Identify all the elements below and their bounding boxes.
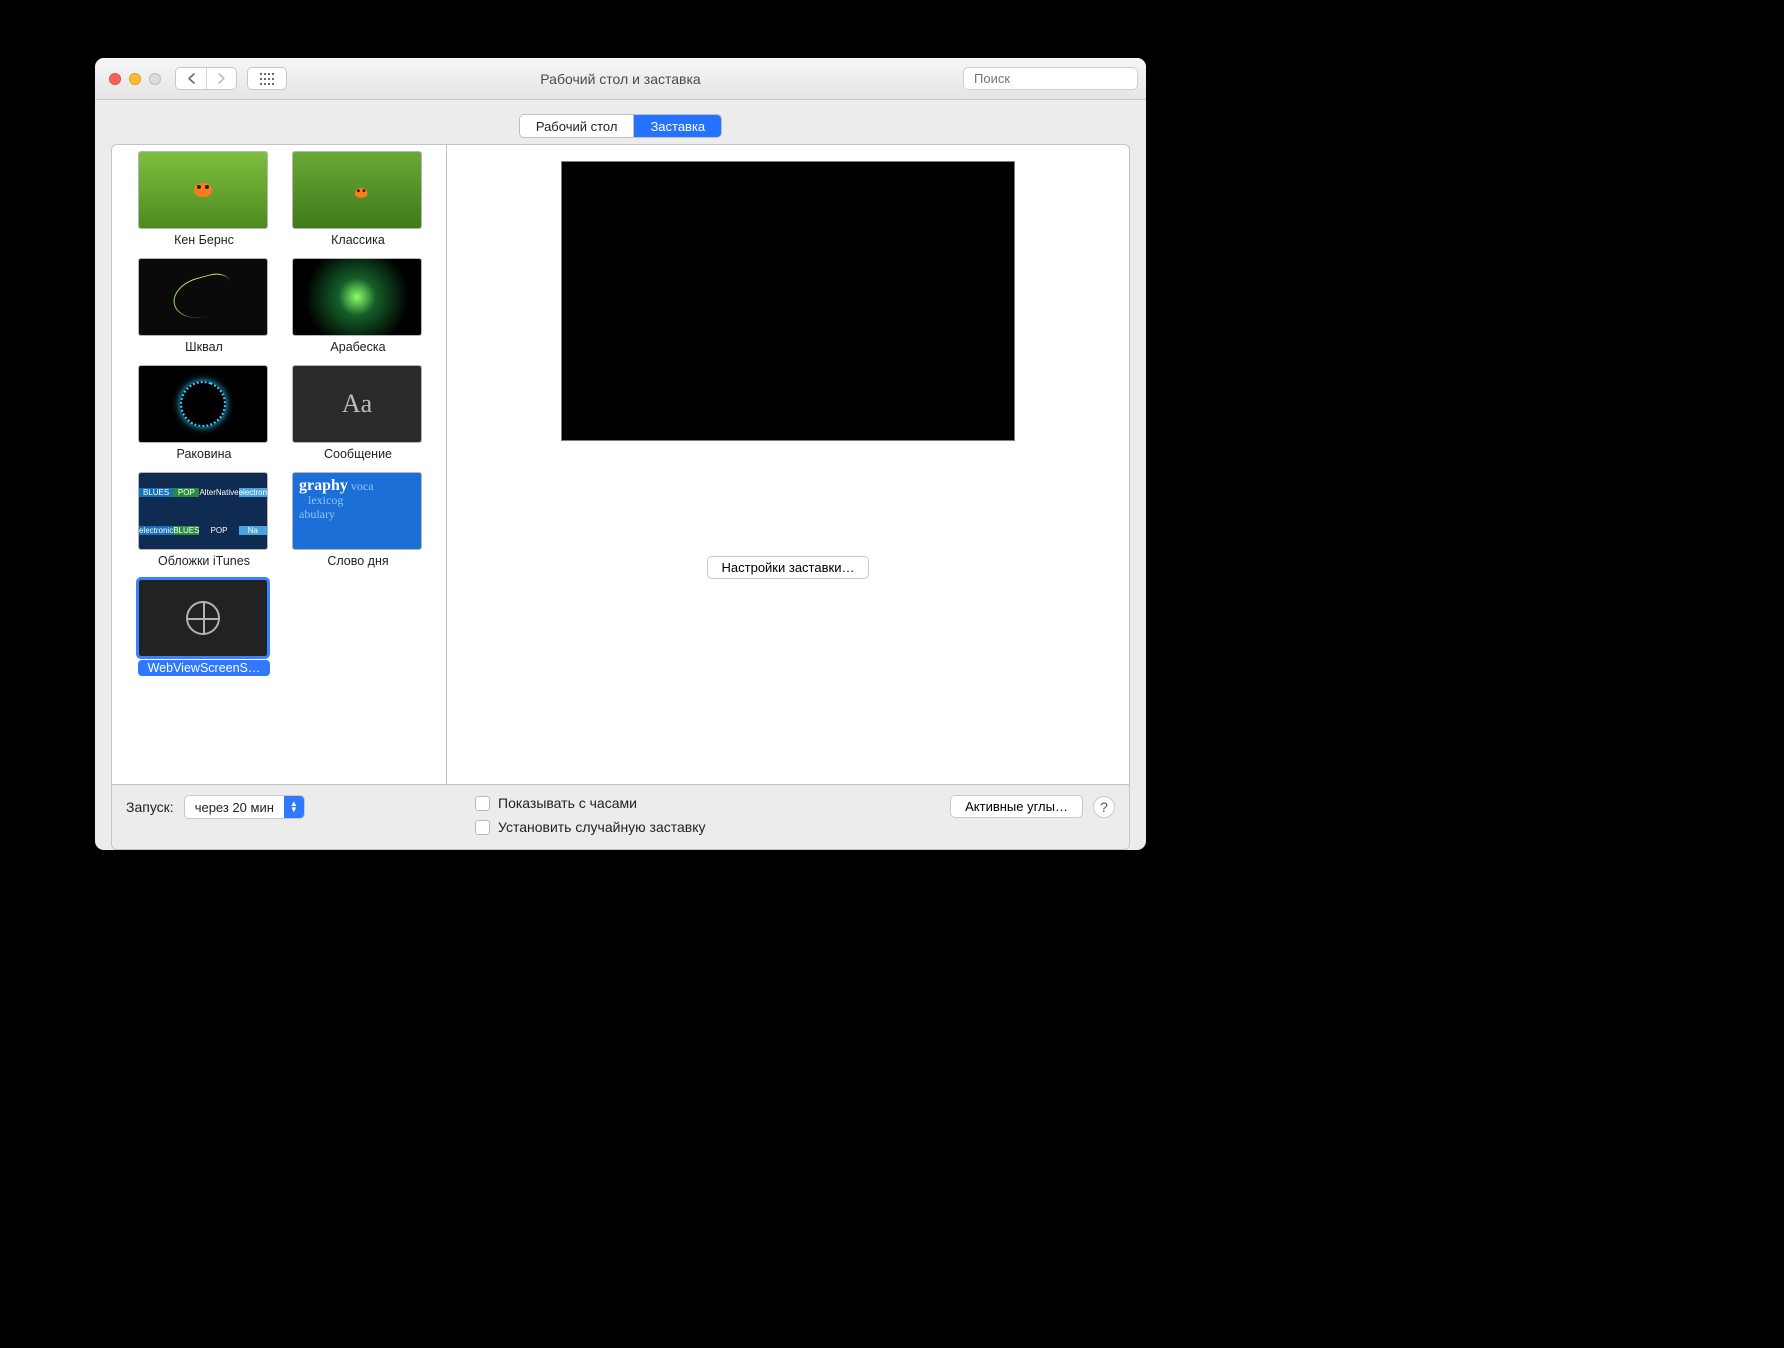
split-view: Кен Бернс Классика Шквал Арабеска Раковина Aa… bbox=[112, 145, 1129, 784]
tab-screensaver[interactable]: Заставка bbox=[633, 115, 721, 137]
hot-corners-button[interactable]: Активные углы… bbox=[950, 795, 1083, 818]
screensaver-item[interactable]: Шквал bbox=[138, 258, 270, 355]
screensaver-item-label: Классика bbox=[292, 232, 424, 248]
random-checkbox[interactable] bbox=[475, 820, 490, 835]
screensaver-item-label: Раковина bbox=[138, 446, 270, 462]
bottom-bar: Запуск: через 20 мин ▲▼ Показывать с час… bbox=[112, 784, 1129, 849]
grid-icon bbox=[260, 73, 274, 85]
screensaver-item-label: Слово дня bbox=[292, 553, 424, 569]
content-panel: Кен Бернс Классика Шквал Арабеска Раковина Aa… bbox=[111, 144, 1130, 850]
show-clock-checkbox[interactable] bbox=[475, 796, 490, 811]
screensaver-item[interactable]: Классика bbox=[292, 151, 424, 248]
updown-icon: ▲▼ bbox=[284, 796, 304, 818]
show-clock-label: Показывать с часами bbox=[498, 795, 637, 811]
preview-pane: Настройки заставки… bbox=[447, 145, 1129, 784]
screensaver-item-label: Кен Бернс bbox=[138, 232, 270, 248]
show-all-button[interactable] bbox=[247, 67, 287, 90]
screensaver-item[interactable]: graphy voca lexicogabularyСлово дня bbox=[292, 472, 424, 569]
screensaver-item-label: Сообщение bbox=[292, 446, 424, 462]
options-column: Показывать с часами Установить случайную… bbox=[471, 795, 940, 835]
right-buttons: Активные углы… ? bbox=[950, 795, 1115, 818]
titlebar: Рабочий стол и заставка bbox=[95, 58, 1146, 100]
screensaver-list[interactable]: Кен Бернс Классика Шквал Арабеска Раковина Aa… bbox=[112, 145, 447, 784]
random-label: Установить случайную заставку bbox=[498, 819, 706, 835]
zoom-window-button bbox=[149, 73, 161, 85]
start-after-value: через 20 мин bbox=[185, 800, 284, 815]
screensaver-options-button[interactable]: Настройки заставки… bbox=[707, 556, 870, 579]
show-clock-row: Показывать с часами bbox=[475, 795, 940, 811]
screensaver-item[interactable]: BLUESPOPAlterNativeelectronelectronicBLU… bbox=[138, 472, 270, 569]
screensaver-item-label: Арабеска bbox=[292, 339, 424, 355]
random-row: Установить случайную заставку bbox=[475, 819, 940, 835]
search-field[interactable] bbox=[963, 67, 1138, 90]
nav-back-forward bbox=[175, 67, 237, 90]
screensaver-item[interactable]: WebViewScreenS… bbox=[138, 579, 270, 676]
start-after-select[interactable]: через 20 мин ▲▼ bbox=[184, 795, 305, 819]
tab-desktop[interactable]: Рабочий стол bbox=[520, 115, 634, 137]
start-after-group: Запуск: через 20 мин ▲▼ bbox=[126, 795, 461, 819]
screensaver-item[interactable]: Арабеска bbox=[292, 258, 424, 355]
back-button[interactable] bbox=[176, 68, 206, 89]
chevron-right-icon bbox=[217, 73, 226, 84]
screensaver-preview bbox=[561, 161, 1015, 441]
forward-button[interactable] bbox=[206, 68, 236, 89]
tab-segmented: Рабочий стол Заставка bbox=[519, 114, 722, 138]
screensaver-item-label: WebViewScreenS… bbox=[138, 660, 270, 676]
tab-row: Рабочий стол Заставка bbox=[95, 100, 1146, 144]
search-input[interactable] bbox=[974, 71, 1146, 86]
screensaver-item[interactable]: Кен Бернс bbox=[138, 151, 270, 248]
screensaver-item[interactable]: AaСообщение bbox=[292, 365, 424, 462]
screensaver-item[interactable]: Раковина bbox=[138, 365, 270, 462]
help-button[interactable]: ? bbox=[1093, 796, 1115, 818]
screensaver-item-label: Шквал bbox=[138, 339, 270, 355]
close-window-button[interactable] bbox=[109, 73, 121, 85]
screensaver-item-label: Обложки iTunes bbox=[138, 553, 270, 569]
preferences-window: Рабочий стол и заставка Рабочий стол Зас… bbox=[95, 58, 1146, 850]
chevron-left-icon bbox=[187, 73, 196, 84]
minimize-window-button[interactable] bbox=[129, 73, 141, 85]
window-controls bbox=[109, 73, 161, 85]
start-after-label: Запуск: bbox=[126, 799, 174, 815]
